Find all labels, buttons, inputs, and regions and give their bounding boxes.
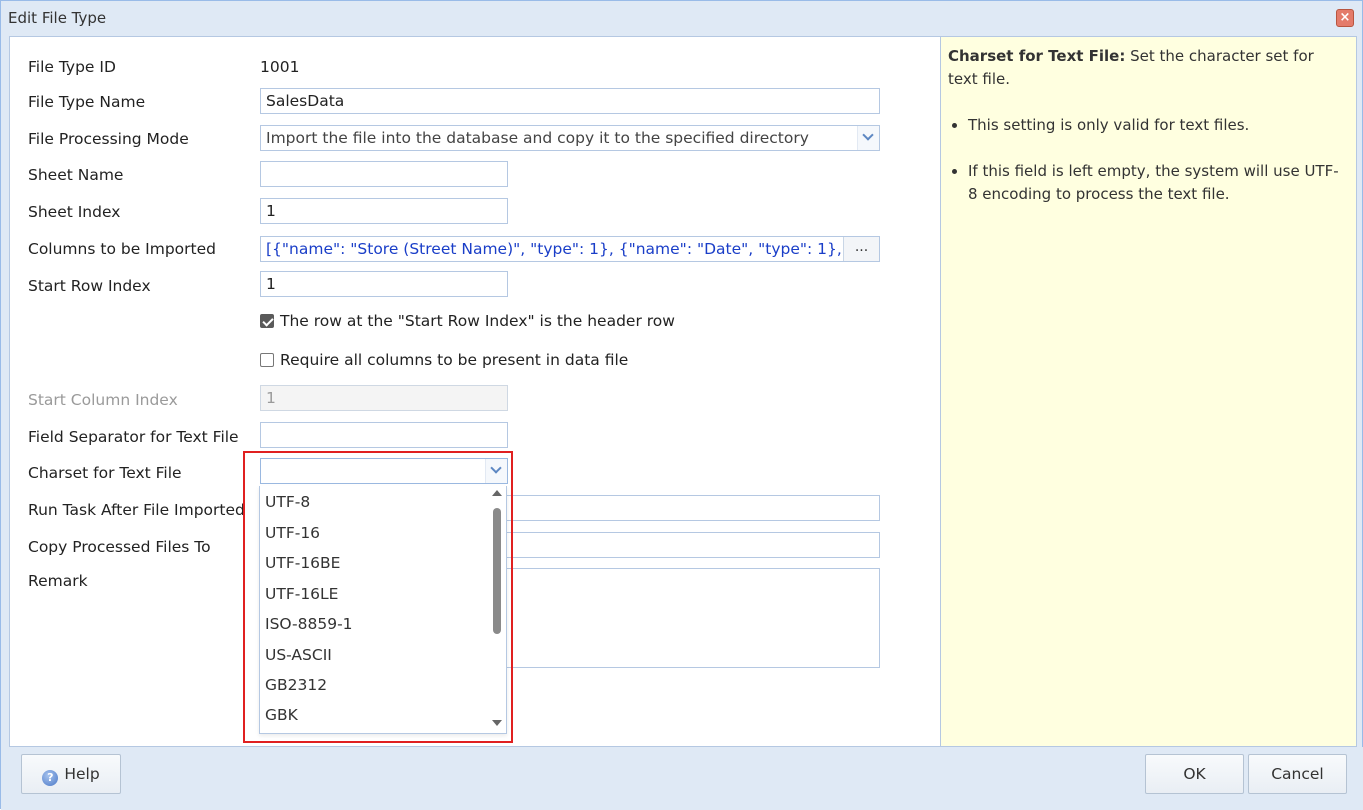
edit-file-type-dialog: Edit File Type × File Type ID 1001 File … [0, 0, 1363, 810]
sheet-name-label: Sheet Name [28, 166, 124, 184]
dropdown-scrollbar[interactable] [491, 486, 503, 732]
charset-option[interactable]: UTF-16BE [265, 554, 340, 572]
start-row-label: Start Row Index [28, 277, 151, 295]
processing-mode-select[interactable]: Import the file into the database and co… [260, 125, 880, 151]
charset-dropdown-list: UTF-8 UTF-16 UTF-16BE UTF-16LE ISO-8859-… [259, 486, 507, 734]
cancel-button[interactable]: Cancel [1248, 754, 1347, 794]
help-intro: Charset for Text File: Set the character… [948, 45, 1348, 91]
help-panel: Charset for Text File: Set the character… [940, 37, 1356, 746]
title-bar[interactable]: Edit File Type × [1, 1, 1362, 35]
file-type-id-value: 1001 [260, 58, 300, 76]
scroll-down-icon[interactable] [492, 720, 502, 726]
header-row-checkbox-label: The row at the "Start Row Index" is the … [280, 312, 675, 330]
question-icon: ? [42, 770, 59, 786]
processing-mode-label: File Processing Mode [28, 130, 189, 148]
charset-option[interactable]: UTF-16 [265, 524, 320, 542]
dialog-body: File Type ID 1001 File Type Name SalesDa… [9, 36, 1357, 747]
help-button-label: Help [64, 765, 100, 783]
charset-option[interactable]: UTF-8 [265, 493, 310, 511]
file-type-id-label: File Type ID [28, 58, 116, 76]
charset-select[interactable] [260, 458, 508, 484]
require-columns-checkbox-row[interactable]: Require all columns to be present in dat… [260, 351, 628, 369]
field-sep-input[interactable] [260, 422, 508, 448]
sheet-index-label: Sheet Index [28, 203, 121, 221]
processing-mode-trigger[interactable] [857, 126, 879, 150]
field-sep-label: Field Separator for Text File [28, 428, 239, 446]
header-row-checkbox[interactable] [260, 314, 274, 328]
processing-mode-value: Import the file into the database and co… [266, 129, 809, 147]
ok-button[interactable]: OK [1145, 754, 1244, 794]
charset-trigger[interactable] [485, 459, 507, 483]
charset-option[interactable]: ISO-8859-1 [265, 615, 353, 633]
columns-edit-button[interactable]: ... [843, 237, 879, 261]
help-title: Charset for Text File: [948, 47, 1126, 65]
charset-label: Charset for Text File [28, 464, 182, 482]
charset-option[interactable]: GBK [265, 706, 298, 724]
require-columns-checkbox-label: Require all columns to be present in dat… [280, 351, 629, 369]
remark-label: Remark [28, 572, 88, 590]
dialog-footer: ? Help OK Cancel [1, 747, 1363, 810]
dialog-title: Edit File Type [8, 9, 107, 27]
chevron-down-icon [862, 129, 874, 141]
header-row-checkbox-row[interactable]: The row at the "Start Row Index" is the … [260, 312, 675, 330]
start-col-input: 1 [260, 385, 508, 411]
help-bullets: This setting is only valid for text file… [948, 114, 1348, 206]
help-button[interactable]: ? Help [21, 754, 121, 794]
file-type-name-input[interactable]: SalesData [260, 88, 880, 114]
sheet-name-input[interactable] [260, 161, 508, 187]
columns-value: [{"name": "Store (Street Name)", "type":… [266, 240, 871, 258]
sheet-index-input[interactable]: 1 [260, 198, 508, 224]
columns-input[interactable]: [{"name": "Store (Street Name)", "type":… [260, 236, 880, 262]
file-type-name-label: File Type Name [28, 93, 146, 111]
columns-label: Columns to be Imported [28, 240, 216, 258]
help-bullet: If this field is left empty, the system … [968, 160, 1348, 206]
close-icon[interactable]: × [1336, 9, 1354, 27]
scroll-up-icon[interactable] [492, 490, 502, 496]
require-columns-checkbox[interactable] [260, 353, 274, 367]
start-row-input[interactable]: 1 [260, 271, 508, 297]
scroll-thumb[interactable] [493, 508, 501, 634]
charset-option[interactable]: US-ASCII [265, 646, 332, 664]
help-bullet: This setting is only valid for text file… [968, 114, 1348, 137]
chevron-down-icon [490, 462, 502, 474]
start-col-label: Start Column Index [28, 391, 178, 409]
copy-files-label: Copy Processed Files To [28, 538, 211, 556]
charset-option[interactable]: GB2312 [265, 676, 327, 694]
run-task-label: Run Task After File Imported [28, 501, 245, 519]
charset-option[interactable]: UTF-16LE [265, 585, 338, 603]
